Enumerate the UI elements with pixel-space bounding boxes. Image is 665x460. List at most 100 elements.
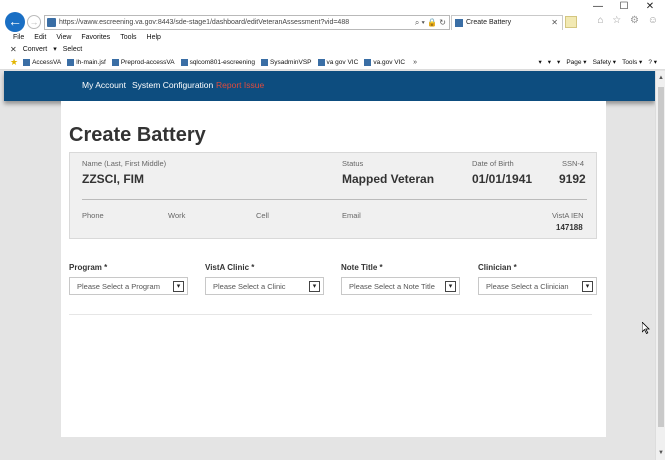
minimize-button[interactable]: — bbox=[585, 0, 611, 14]
vertical-scrollbar[interactable]: ▲ ▼ bbox=[655, 71, 665, 460]
command-bar: ✕ Convert ▾ Select bbox=[0, 44, 665, 56]
favorite-link[interactable]: SysadminVSP bbox=[260, 57, 312, 69]
chevron-down-icon[interactable]: ▾ bbox=[173, 281, 184, 292]
nav-my-account[interactable]: My Account bbox=[82, 80, 126, 91]
menu-help[interactable]: Help bbox=[147, 32, 161, 44]
menu-edit[interactable]: Edit bbox=[34, 32, 46, 44]
help-menu[interactable]: ? ▾ bbox=[648, 56, 657, 70]
browser-titlebar: — ☐ ✕ ← → https://vaww.escreening.va.gov… bbox=[0, 0, 665, 32]
top-navbar: My Account System Configuration Report I… bbox=[4, 71, 655, 101]
tab-favicon-icon bbox=[455, 19, 463, 27]
favorite-link[interactable]: AccessVA bbox=[23, 57, 61, 69]
favorite-icon bbox=[180, 59, 188, 66]
chevron-down-icon[interactable]: ▾ bbox=[309, 281, 320, 292]
status-label: Status bbox=[342, 159, 364, 168]
chevron-down-icon[interactable]: ▾ bbox=[445, 281, 456, 292]
clinic-select-value: Please Select a Clinic bbox=[213, 282, 286, 291]
maximize-button[interactable]: ☐ bbox=[611, 0, 637, 14]
tab-close-icon[interactable]: ✕ bbox=[551, 16, 558, 29]
favorite-icon bbox=[317, 59, 325, 66]
forward-button[interactable]: → bbox=[27, 15, 41, 29]
required-marker: * bbox=[251, 263, 255, 272]
note-title-select[interactable]: Please Select a Note Title ▾ bbox=[341, 277, 460, 295]
phone-label: Phone bbox=[82, 211, 104, 220]
address-bar[interactable]: https://vaww.escreening.va.gov:8443/sde-… bbox=[44, 15, 450, 30]
convert-dropdown-icon[interactable]: ▾ bbox=[53, 44, 57, 56]
veteran-summary: Name (Last, First Middle) ZZSCI, FIM Sta… bbox=[69, 152, 597, 239]
page-menu[interactable]: Page ▾ bbox=[566, 56, 586, 70]
menu-tools[interactable]: Tools bbox=[120, 32, 136, 44]
address-tools-icons[interactable]: ⌕ ▾ 🔒 ↻ bbox=[415, 16, 446, 29]
favorite-link[interactable]: va.gov VIC bbox=[364, 57, 405, 69]
back-button[interactable]: ← bbox=[5, 12, 25, 32]
ien-label: VistA IEN bbox=[552, 211, 584, 220]
favorite-link[interactable]: va gov VIC bbox=[317, 57, 358, 69]
scroll-up-icon[interactable]: ▲ bbox=[658, 75, 664, 81]
menu-view[interactable]: View bbox=[56, 32, 71, 44]
page-title: Create Battery bbox=[69, 124, 206, 146]
email-label: Email bbox=[342, 211, 361, 220]
required-marker: * bbox=[104, 263, 108, 272]
more-favorites-icon[interactable]: » bbox=[413, 59, 417, 66]
chevron-down-icon[interactable]: ▾ bbox=[582, 281, 593, 292]
tools-menu[interactable]: Tools ▾ bbox=[622, 56, 642, 70]
program-select[interactable]: Please Select a Program ▾ bbox=[69, 277, 188, 295]
cell-label: Cell bbox=[256, 211, 269, 220]
favorite-link[interactable]: sqlcom801-escreening bbox=[180, 57, 255, 69]
favorite-link[interactable]: Preprod-accessVA bbox=[111, 57, 175, 69]
print-tool-button[interactable]: ▾ bbox=[557, 56, 560, 70]
home-tool-button[interactable]: ▾ bbox=[539, 56, 542, 70]
nav-system-configuration[interactable]: System Configuration bbox=[132, 80, 213, 91]
name-label: Name (Last, First Middle) bbox=[82, 159, 167, 168]
menu-file[interactable]: File bbox=[13, 32, 24, 44]
veteran-name: ZZSCI, FIM bbox=[82, 172, 144, 186]
favorites-star-icon[interactable]: ★ bbox=[10, 57, 18, 68]
veteran-dob: 01/01/1941 bbox=[472, 172, 533, 186]
required-marker: * bbox=[513, 263, 517, 272]
safety-menu[interactable]: Safety ▾ bbox=[593, 56, 617, 70]
clinician-select[interactable]: Please Select a Clinician ▾ bbox=[478, 277, 597, 295]
favorite-icon bbox=[23, 59, 31, 66]
select-button[interactable]: Select bbox=[63, 44, 82, 56]
close-toolbar-icon[interactable]: ✕ bbox=[10, 44, 17, 56]
form-divider bbox=[69, 314, 592, 315]
tab-create-battery[interactable]: Create Battery ✕ bbox=[451, 15, 563, 30]
convert-button[interactable]: Convert bbox=[23, 44, 48, 56]
home-favorites-settings-icons[interactable]: ⌂ ☆ ⚙ ☺ bbox=[597, 15, 661, 26]
summary-divider bbox=[82, 199, 587, 200]
address-url[interactable]: https://vaww.escreening.va.gov:8443/sde-… bbox=[59, 17, 399, 29]
clinic-label: VistA Clinic * bbox=[205, 263, 255, 272]
veteran-ien: 147188 bbox=[556, 223, 583, 232]
menu-bar: File Edit View Favorites Tools Help bbox=[0, 32, 665, 44]
dob-label: Date of Birth bbox=[472, 159, 514, 168]
page-viewport: My Account System Configuration Report I… bbox=[0, 71, 655, 460]
program-label: Program * bbox=[69, 263, 108, 272]
favorite-icon bbox=[111, 59, 119, 66]
clinician-select-value: Please Select a Clinician bbox=[486, 282, 569, 291]
site-icon bbox=[47, 18, 56, 27]
command-tools: ▾ ▾ ▾ Page ▾ Safety ▾ Tools ▾ ? ▾ bbox=[533, 56, 657, 70]
program-select-value: Please Select a Program bbox=[77, 282, 160, 291]
favorite-link[interactable]: lh-main.jsf bbox=[67, 57, 106, 69]
feeds-tool-button[interactable]: ▾ bbox=[548, 56, 551, 70]
required-marker: * bbox=[379, 263, 383, 272]
favorites-bar: ★ AccessVA lh-main.jsf Preprod-accessVA … bbox=[0, 56, 665, 70]
scrollbar-thumb[interactable] bbox=[658, 87, 664, 427]
ssn-label: SSN-4 bbox=[562, 159, 585, 168]
veteran-status: Mapped Veteran bbox=[342, 172, 435, 186]
scroll-down-icon[interactable]: ▼ bbox=[658, 450, 664, 456]
menu-favorites[interactable]: Favorites bbox=[81, 32, 110, 44]
close-window-button[interactable]: ✕ bbox=[637, 0, 663, 14]
favorite-icon bbox=[260, 59, 268, 66]
new-tab-button[interactable] bbox=[565, 16, 577, 28]
work-label: Work bbox=[168, 211, 186, 220]
clinic-select[interactable]: Please Select a Clinic ▾ bbox=[205, 277, 324, 295]
tab-label: Create Battery bbox=[466, 19, 512, 26]
mouse-cursor-icon bbox=[642, 322, 650, 334]
nav-report-issue[interactable]: Report Issue bbox=[216, 80, 264, 91]
main-panel: Create Battery Name (Last, First Middle)… bbox=[61, 101, 606, 437]
veteran-ssn: 9192 bbox=[559, 172, 586, 186]
note-title-select-value: Please Select a Note Title bbox=[349, 282, 435, 291]
note-title-label: Note Title * bbox=[341, 263, 383, 272]
clinician-label: Clinician * bbox=[478, 263, 517, 272]
